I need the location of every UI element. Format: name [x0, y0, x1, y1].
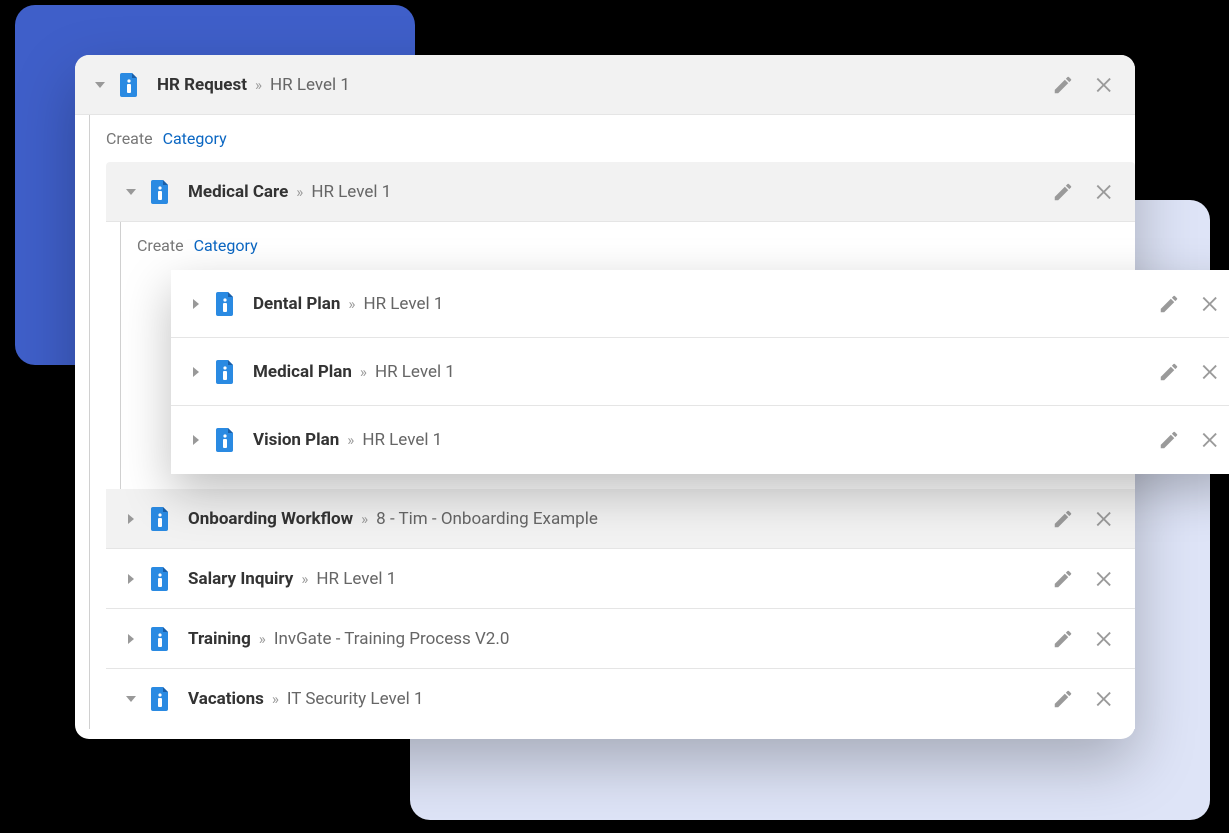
category-row-hr-request[interactable]: HR Request » HR Level 1: [75, 55, 1135, 115]
document-icon: [150, 627, 170, 651]
tree-level-2: Create Category Dental Plan » HR Level 1: [120, 222, 1135, 489]
edit-icon[interactable]: [1157, 428, 1181, 452]
close-icon[interactable]: [1093, 627, 1117, 651]
create-prefix: Create: [106, 129, 153, 148]
category-subtitle: 8 - Tim - Onboarding Example: [376, 509, 598, 529]
breadcrumb-separator: »: [348, 295, 355, 313]
chevron-down-icon[interactable]: [93, 78, 107, 92]
close-icon[interactable]: [1199, 360, 1223, 384]
document-icon: [150, 567, 170, 591]
edit-icon[interactable]: [1051, 73, 1075, 97]
breadcrumb-separator: »: [360, 363, 367, 381]
category-subtitle: HR Level 1: [316, 569, 396, 589]
breadcrumb-separator: »: [301, 570, 308, 588]
category-row-medical-plan[interactable]: Medical Plan » HR Level 1: [171, 338, 1229, 406]
category-title: Training: [188, 629, 251, 649]
category-tree-panel: HR Request » HR Level 1 Create Category …: [75, 55, 1135, 739]
category-row-salary-inquiry[interactable]: Salary Inquiry » HR Level 1: [106, 549, 1135, 609]
category-row-vision-plan[interactable]: Vision Plan » HR Level 1: [171, 406, 1229, 474]
subcategory-popup: Dental Plan » HR Level 1 Medical Plan » …: [171, 270, 1229, 474]
document-icon: [150, 687, 170, 711]
category-subtitle: HR Level 1: [270, 75, 350, 95]
category-row-medical-care[interactable]: Medical Care » HR Level 1: [106, 162, 1135, 222]
breadcrumb-separator: »: [255, 76, 262, 94]
category-row-onboarding-workflow[interactable]: Onboarding Workflow » 8 - Tim - Onboardi…: [106, 489, 1135, 549]
category-subtitle: InvGate - Training Process V2.0: [274, 629, 510, 649]
chevron-right-icon[interactable]: [189, 297, 203, 311]
category-title: Vacations: [188, 689, 264, 709]
category-title: Onboarding Workflow: [188, 509, 353, 529]
category-subtitle: HR Level 1: [311, 182, 391, 202]
create-link[interactable]: Category: [163, 129, 227, 148]
edit-icon[interactable]: [1051, 507, 1075, 531]
breadcrumb-separator: »: [296, 183, 303, 201]
edit-icon[interactable]: [1157, 360, 1181, 384]
category-title: Medical Care: [188, 182, 288, 202]
document-icon: [150, 180, 170, 204]
breadcrumb-separator: »: [347, 431, 354, 449]
edit-icon[interactable]: [1051, 180, 1075, 204]
close-icon[interactable]: [1093, 567, 1117, 591]
close-icon[interactable]: [1093, 180, 1117, 204]
category-title: Salary Inquiry: [188, 569, 293, 589]
close-icon[interactable]: [1199, 428, 1223, 452]
category-subtitle: HR Level 1: [375, 362, 455, 382]
document-icon: [215, 428, 235, 452]
create-prefix: Create: [137, 236, 184, 255]
document-icon: [150, 507, 170, 531]
edit-icon[interactable]: [1051, 627, 1075, 651]
category-subtitle: HR Level 1: [363, 294, 443, 314]
edit-icon[interactable]: [1051, 567, 1075, 591]
document-icon: [215, 292, 235, 316]
category-subtitle: IT Security Level 1: [287, 689, 424, 709]
close-icon[interactable]: [1093, 507, 1117, 531]
chevron-right-icon[interactable]: [189, 365, 203, 379]
chevron-right-icon[interactable]: [124, 512, 138, 526]
chevron-down-icon[interactable]: [124, 692, 138, 706]
create-link[interactable]: Category: [194, 236, 258, 255]
category-subtitle: HR Level 1: [362, 430, 442, 450]
category-title: Vision Plan: [253, 430, 339, 450]
breadcrumb-separator: »: [259, 630, 266, 648]
tree-level-1: Create Category Medical Care » HR Level …: [89, 115, 1135, 729]
close-icon[interactable]: [1093, 687, 1117, 711]
category-title: Dental Plan: [253, 294, 340, 314]
chevron-right-icon[interactable]: [189, 433, 203, 447]
create-category-link[interactable]: Create Category: [106, 115, 1135, 162]
create-category-link[interactable]: Create Category: [137, 222, 1135, 269]
edit-icon[interactable]: [1157, 292, 1181, 316]
document-icon: [119, 73, 139, 97]
category-row-vacations[interactable]: Vacations » IT Security Level 1: [106, 669, 1135, 729]
close-icon[interactable]: [1199, 292, 1223, 316]
category-title: HR Request: [157, 75, 247, 95]
category-row-training[interactable]: Training » InvGate - Training Process V2…: [106, 609, 1135, 669]
category-row-dental-plan[interactable]: Dental Plan » HR Level 1: [171, 270, 1229, 338]
chevron-right-icon[interactable]: [124, 572, 138, 586]
chevron-right-icon[interactable]: [124, 632, 138, 646]
breadcrumb-separator: »: [272, 690, 279, 708]
document-icon: [215, 360, 235, 384]
chevron-down-icon[interactable]: [124, 185, 138, 199]
close-icon[interactable]: [1093, 73, 1117, 97]
edit-icon[interactable]: [1051, 687, 1075, 711]
category-title: Medical Plan: [253, 362, 352, 382]
breadcrumb-separator: »: [361, 510, 368, 528]
